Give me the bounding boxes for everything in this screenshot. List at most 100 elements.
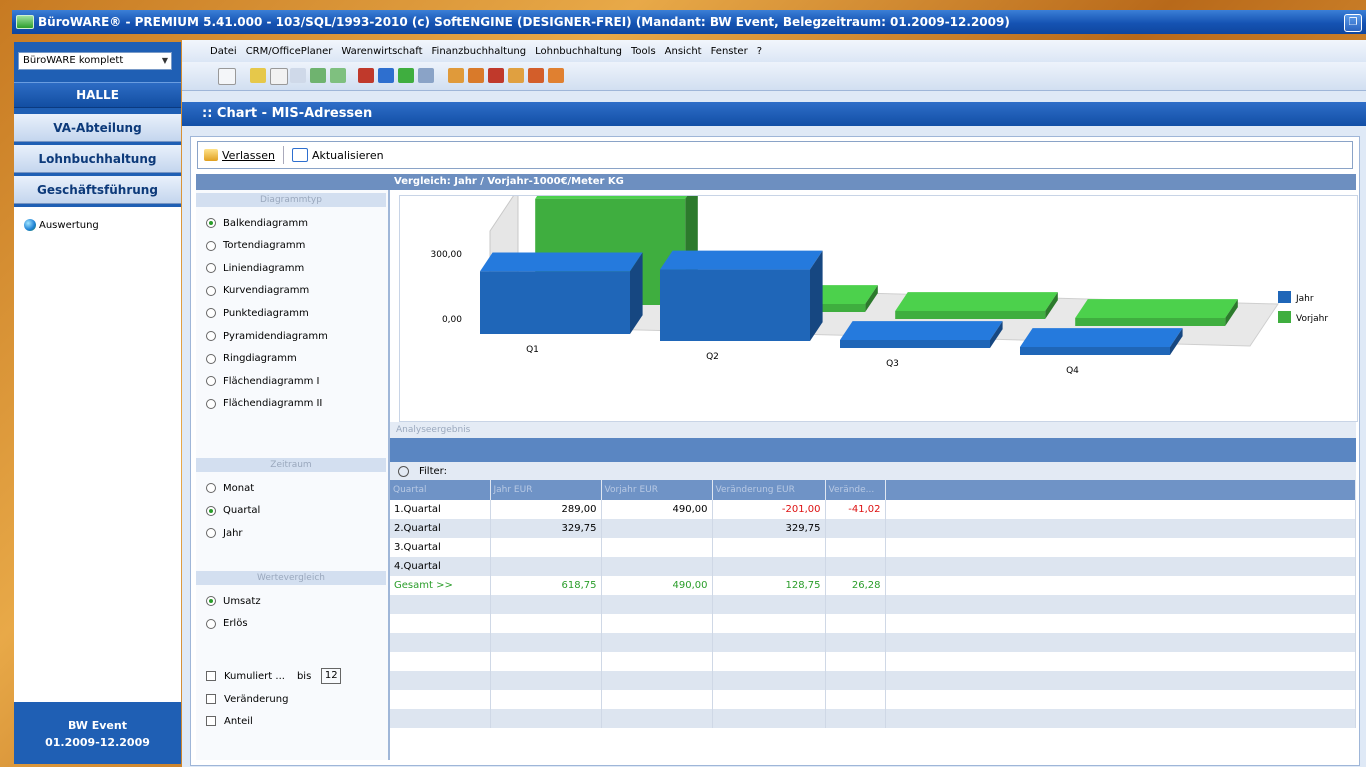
checkbox-box[interactable] bbox=[206, 716, 216, 726]
refresh-button[interactable]: Aktualisieren bbox=[291, 148, 384, 162]
table-cell[interactable] bbox=[885, 690, 1356, 709]
table-cell[interactable] bbox=[490, 690, 602, 709]
table-cell[interactable]: 490,00 bbox=[601, 576, 713, 595]
diagramtype-option[interactable]: Punktediagramm bbox=[206, 305, 309, 321]
export-icon[interactable] bbox=[488, 68, 504, 83]
column-header-veraenderung-pct[interactable]: Verände... bbox=[825, 480, 886, 500]
radio-button[interactable] bbox=[206, 218, 216, 228]
table-cell[interactable]: 329,75 bbox=[712, 519, 826, 538]
menu-lohnbuchhaltung[interactable]: Lohnbuchhaltung bbox=[535, 46, 622, 57]
table-cell[interactable] bbox=[390, 690, 491, 709]
sidebar-item-va-abteilung[interactable]: VA-Abteilung bbox=[14, 114, 181, 142]
table-cell[interactable] bbox=[390, 614, 491, 633]
table-cell[interactable] bbox=[885, 614, 1356, 633]
table-cell[interactable] bbox=[712, 557, 826, 576]
table-cell[interactable] bbox=[712, 709, 826, 728]
column-header-quartal[interactable]: Quartal bbox=[390, 480, 491, 500]
table-cell[interactable] bbox=[885, 500, 1356, 519]
table-cell[interactable] bbox=[885, 557, 1356, 576]
table-cell[interactable] bbox=[885, 595, 1356, 614]
radio-button[interactable] bbox=[206, 331, 216, 341]
value-option[interactable]: Umsatz bbox=[206, 593, 261, 609]
save-icon[interactable] bbox=[310, 68, 326, 83]
table-cell[interactable] bbox=[601, 557, 713, 576]
settings-icon[interactable] bbox=[548, 68, 564, 83]
menu-tools[interactable]: Tools bbox=[631, 46, 656, 57]
send-icon[interactable] bbox=[378, 68, 394, 83]
sidebar-section-halle[interactable]: HALLE bbox=[14, 82, 181, 108]
table-cell[interactable] bbox=[712, 614, 826, 633]
menu-help[interactable]: ? bbox=[757, 46, 762, 57]
radio-button[interactable] bbox=[206, 483, 216, 493]
radio-button[interactable] bbox=[206, 263, 216, 274]
table-cell[interactable] bbox=[825, 614, 886, 633]
table-cell[interactable]: -201,00 bbox=[712, 500, 826, 519]
leave-button[interactable]: Verlassen bbox=[204, 149, 275, 162]
table-cell[interactable] bbox=[390, 595, 491, 614]
table-row[interactable] bbox=[390, 709, 1356, 728]
table-cell[interactable] bbox=[390, 652, 491, 671]
table-cell[interactable] bbox=[712, 595, 826, 614]
table-row[interactable] bbox=[390, 633, 1356, 652]
sidebar-item-geschaeftsfuehrung[interactable]: Geschäftsführung bbox=[14, 176, 181, 204]
menu-finanzbuchhaltung[interactable]: Finanzbuchhaltung bbox=[432, 46, 527, 57]
table-cell[interactable] bbox=[885, 576, 1356, 595]
module-combobox[interactable]: BüroWARE komplett ▼ bbox=[18, 52, 172, 70]
radio-button[interactable] bbox=[206, 285, 216, 296]
mail-icon[interactable] bbox=[358, 68, 374, 83]
table-cell[interactable] bbox=[825, 671, 886, 690]
table-cell[interactable]: 3.Quartal bbox=[390, 538, 491, 557]
table-cell[interactable] bbox=[601, 671, 713, 690]
table-cell[interactable] bbox=[601, 652, 713, 671]
period-option[interactable]: Monat bbox=[206, 480, 254, 496]
new-icon[interactable] bbox=[270, 68, 288, 85]
period-option[interactable]: Jahr bbox=[206, 525, 243, 541]
table-row[interactable]: 2.Quartal 329,75 329,75 bbox=[390, 519, 1356, 538]
table-cell[interactable] bbox=[490, 538, 602, 557]
table-cell[interactable] bbox=[390, 633, 491, 652]
table-cell[interactable] bbox=[601, 538, 713, 557]
radio-button[interactable] bbox=[206, 528, 216, 538]
table-cell[interactable]: 618,75 bbox=[490, 576, 602, 595]
diagramtype-option[interactable]: Pyramidendiagramm bbox=[206, 328, 328, 344]
table-cell[interactable] bbox=[601, 633, 713, 652]
menu-crm[interactable]: CRM/OfficePlaner bbox=[246, 46, 333, 57]
table-cell[interactable] bbox=[490, 614, 602, 633]
diagramtype-option[interactable]: Liniendiagramm bbox=[206, 260, 304, 276]
bis-input[interactable]: 12 bbox=[321, 668, 342, 684]
radio-button[interactable] bbox=[206, 240, 216, 251]
radio-button[interactable] bbox=[206, 596, 216, 606]
table-cell[interactable]: 2.Quartal bbox=[390, 519, 491, 538]
table-cell[interactable] bbox=[601, 690, 713, 709]
table-row[interactable]: 3.Quartal bbox=[390, 538, 1356, 557]
document-icon[interactable] bbox=[218, 68, 236, 85]
table-cell[interactable] bbox=[601, 614, 713, 633]
menu-warenwirtschaft[interactable]: Warenwirtschaft bbox=[341, 46, 422, 57]
checkbox-box[interactable] bbox=[206, 694, 216, 704]
report-icon[interactable] bbox=[528, 68, 544, 83]
edit-icon[interactable] bbox=[398, 68, 414, 83]
table-cell[interactable] bbox=[825, 633, 886, 652]
table-cell[interactable]: 490,00 bbox=[601, 500, 713, 519]
table-cell[interactable]: Gesamt >> bbox=[390, 576, 491, 595]
table-row[interactable]: 1.Quartal 289,00 490,00 -201,00 -41,02 bbox=[390, 500, 1356, 519]
diagramtype-option[interactable]: Tortendiagramm bbox=[206, 238, 305, 254]
table-row[interactable] bbox=[390, 595, 1356, 614]
table-row[interactable] bbox=[390, 690, 1356, 709]
table-cell[interactable] bbox=[885, 652, 1356, 671]
table-cell[interactable] bbox=[825, 690, 886, 709]
table-cell[interactable] bbox=[885, 671, 1356, 690]
table-cell[interactable] bbox=[490, 633, 602, 652]
table-cell[interactable] bbox=[390, 709, 491, 728]
table-cell[interactable] bbox=[712, 690, 826, 709]
table-cell[interactable] bbox=[490, 671, 602, 690]
table-cell[interactable] bbox=[712, 671, 826, 690]
anteil-checkbox[interactable]: Anteil bbox=[206, 713, 253, 729]
table-cell[interactable] bbox=[490, 595, 602, 614]
open-icon[interactable] bbox=[250, 68, 266, 83]
table-cell[interactable] bbox=[885, 709, 1356, 728]
radio-button[interactable] bbox=[206, 398, 216, 409]
period-option[interactable]: Quartal bbox=[206, 503, 260, 519]
table-cell[interactable] bbox=[825, 709, 886, 728]
radio-button[interactable] bbox=[206, 505, 216, 516]
